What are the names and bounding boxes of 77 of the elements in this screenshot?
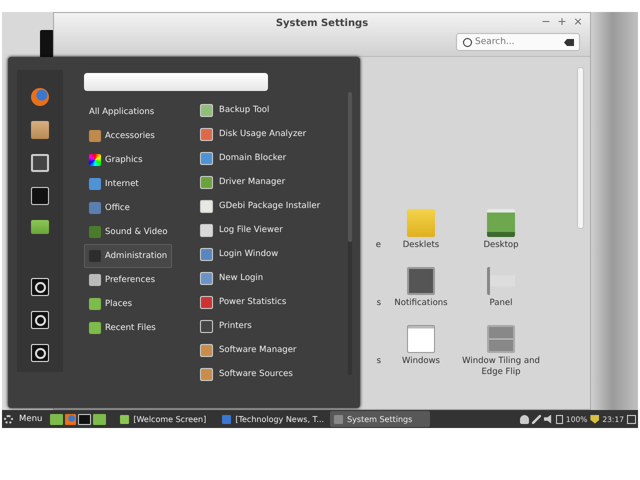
app-item[interactable]: GDebi Package Installer: [200, 194, 350, 218]
settings-label[interactable]: Desktop: [462, 240, 540, 251]
settings-label[interactable]: Window Tiling and Edge Flip: [462, 356, 540, 378]
category-item[interactable]: Places: [84, 292, 172, 316]
folder-icon[interactable]: [93, 414, 106, 424]
note-icon: [407, 209, 435, 237]
app-item[interactable]: Power Statistics: [200, 290, 350, 314]
settings-label[interactable]: s: [376, 298, 381, 309]
user-icon[interactable]: [520, 414, 529, 424]
category-item[interactable]: Office: [84, 196, 172, 220]
desktop-icon[interactable]: [50, 414, 64, 424]
category-item[interactable]: Graphics: [84, 148, 172, 172]
power-icon[interactable]: [31, 344, 49, 362]
app-item[interactable]: Printers: [200, 314, 350, 338]
category-icon: [89, 130, 101, 142]
power-icon[interactable]: [31, 278, 49, 296]
app-item[interactable]: New Login: [200, 266, 350, 290]
notification-icon: [407, 267, 435, 295]
app-icon: [120, 414, 130, 424]
search-field[interactable]: Search...: [456, 33, 580, 51]
taskbar-window[interactable]: System Settings: [330, 411, 430, 427]
terminal-icon[interactable]: [78, 414, 92, 424]
app-item[interactable]: Driver Manager: [200, 170, 350, 194]
app-item[interactable]: Login Window: [200, 242, 350, 266]
category-item[interactable]: All Applications: [84, 100, 172, 124]
pen-icon[interactable]: [532, 414, 541, 424]
category-item[interactable]: Administration: [84, 244, 172, 268]
app-item[interactable]: Software Sources: [200, 362, 350, 386]
app-item[interactable]: Software Manager: [200, 338, 350, 362]
tiling-icon: [487, 325, 515, 353]
folder-icon: [89, 322, 101, 334]
gear-icon[interactable]: [4, 414, 13, 424]
firefox-icon[interactable]: [31, 88, 49, 106]
taskbar-window[interactable]: [Welcome Screen]: [116, 411, 216, 427]
app-item[interactable]: Domain Blocker: [200, 146, 350, 170]
maximize-button[interactable]: +: [556, 15, 568, 28]
settings-label[interactable]: Windows: [382, 356, 460, 367]
window-title: System Settings: [274, 18, 370, 29]
scrollbar[interactable]: [577, 67, 584, 229]
category-icon: [89, 154, 101, 166]
window-icon: [407, 325, 435, 353]
power-icon[interactable]: [31, 311, 49, 329]
settings-icon[interactable]: [31, 154, 49, 172]
app-icon: [222, 414, 232, 424]
settings-label[interactable]: e: [376, 240, 381, 251]
taskbar-window[interactable]: [Technology News, T...: [218, 411, 328, 427]
search-icon: [463, 38, 472, 47]
app-item[interactable]: Log File Viewer: [200, 218, 350, 242]
category-icon: [89, 178, 101, 190]
terminal-icon[interactable]: [31, 187, 49, 205]
minimize-button[interactable]: −: [540, 15, 552, 28]
shield-icon[interactable]: [590, 414, 600, 424]
app-icon: [334, 414, 344, 424]
firefox-icon[interactable]: [65, 414, 76, 424]
category-item[interactable]: Recent Files: [84, 316, 172, 340]
folder-icon: [89, 298, 101, 310]
category-item[interactable]: Sound & Video: [84, 220, 172, 244]
app-item[interactable]: Backup Tool: [200, 98, 350, 122]
close-button[interactable]: ×: [572, 15, 584, 28]
settings-label[interactable]: Notifications: [382, 298, 460, 309]
settings-label[interactable]: Panel: [462, 298, 540, 309]
settings-label[interactable]: s: [376, 356, 381, 367]
battery-icon[interactable]: [556, 414, 563, 424]
category-item[interactable]: Preferences: [84, 268, 172, 292]
menu-search-field[interactable]: [84, 73, 268, 91]
category-item[interactable]: Accessories: [84, 124, 172, 148]
category-icon: [89, 250, 101, 262]
category-icon: [89, 202, 101, 214]
menu-button[interactable]: Menu: [15, 414, 48, 424]
volume-icon[interactable]: [544, 414, 553, 424]
category-item[interactable]: Internet: [84, 172, 172, 196]
category-icon: [89, 226, 101, 238]
desktop-icon: [487, 209, 515, 237]
settings-label[interactable]: Desklets: [382, 240, 460, 251]
category-icon: [89, 274, 101, 286]
screen-icon[interactable]: [627, 414, 636, 424]
app-item[interactable]: Disk Usage Analyzer: [200, 122, 350, 146]
